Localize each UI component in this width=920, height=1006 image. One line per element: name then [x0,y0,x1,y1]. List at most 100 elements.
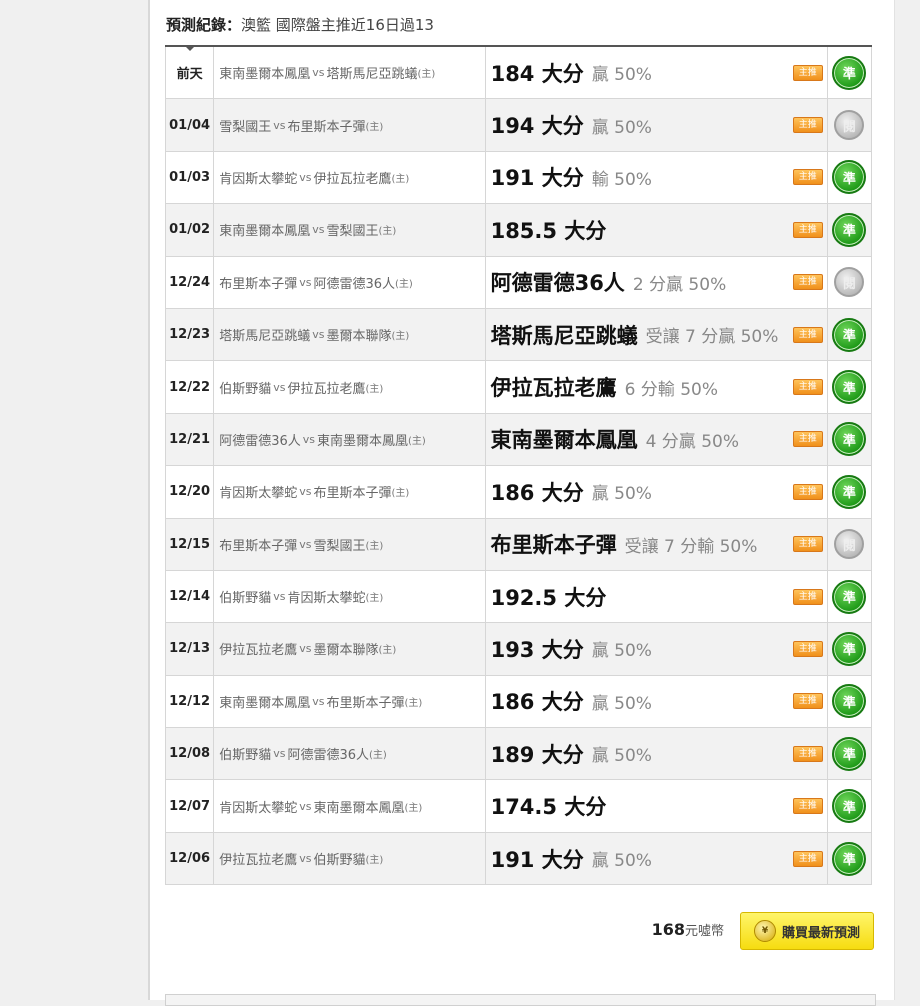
table-row[interactable]: 12/24 布里斯本子彈 vs 阿德雷德36人 (主) 阿德雷德36人 2 分贏 50% 主推… [165,256,872,309]
row-date: 12/23 [166,308,215,361]
accurate-badge-icon: 準 [832,160,867,195]
main-pick-tag-icon: 主推 [792,745,823,762]
row-result: 準 [828,728,871,779]
pick-detail: 受讓 7 分贏 50% [645,327,779,348]
accurate-badge-icon: 準 [832,789,867,824]
table-row[interactable]: 前天 東南墨爾本鳳凰 vs 塔斯馬尼亞跳蟻 (主) 184 大分贏 50% 主推準 [165,47,872,100]
home-team: 伊拉瓦拉老鷹 [313,171,392,187]
table-row[interactable]: 01/04 雪梨國王 vs 布里斯本子彈 (主) 194 大分贏 50% 主推閱 [165,99,872,152]
vs-label: vs [299,852,312,866]
row-date: 01/02 [166,204,215,256]
table-row[interactable]: 12/12 東南墨爾本鳳凰 vs 布里斯本子彈 (主) 186 大分贏 50% 主推準 [165,675,872,729]
pending-badge-icon: 閱 [834,267,865,298]
main-pick-tag-icon: 主推 [792,326,823,343]
main-pick-tag-icon: 主推 [792,64,823,81]
pending-badge-icon: 閱 [834,110,865,141]
table-row[interactable]: 12/13 伊拉瓦拉老鷹 vs 墨爾本聯隊 (主) 193 大分贏 50% 主推準 [165,623,872,676]
home-team: 雪梨國王 [313,538,366,554]
table-row[interactable]: 12/14 伯斯野貓 vs 肯因斯太攀蛇 (主) 192.5 大分 主推準 [165,570,872,624]
row-result: 準 [828,833,871,884]
pick-detail: 贏 50% [591,117,652,138]
home-marker: (主) [365,121,384,133]
main-pick-tag-icon: 主推 [792,431,823,448]
buy-latest-prediction-button[interactable]: ¥ 購買最新預測 [740,912,874,950]
vs-label: vs [273,590,286,604]
row-matchup[interactable]: 伊拉瓦拉老鷹 vs 伯斯野貓 (主) [214,832,486,885]
row-matchup[interactable]: 雪梨國王 vs 布里斯本子彈 (主) [214,99,486,151]
row-pick: 布里斯本子彈 受讓 7 分輸 50% 主推 [486,518,828,570]
table-row[interactable]: 12/21 阿德雷德36人 vs 東南墨爾本鳳凰 (主) 東南墨爾本鳳凰 4 分贏 50% 主… [165,413,872,467]
pick-value: 186 大分 [490,480,584,505]
main-pick-tag-icon: 主推 [792,640,823,657]
row-matchup[interactable]: 伯斯野貓 vs 伊拉瓦拉老鷹 (主) [214,361,486,413]
coin-icon: ¥ [753,920,776,942]
home-team: 布里斯本子彈 [287,119,366,135]
vs-label: vs [312,694,325,708]
purchase-footer: 168元噓幣 ¥ 購買最新預測 [165,912,874,952]
row-matchup[interactable]: 伯斯野貓 vs 肯因斯太攀蛇 (主) [214,570,486,623]
row-date: 12/21 [166,413,215,466]
row-matchup[interactable]: 伯斯野貓 vs 阿德雷德36人 (主) [214,728,486,780]
row-result: 準 [828,414,871,465]
row-pick: 194 大分贏 50% 主推 [486,99,828,151]
main-pick-tag-icon: 主推 [792,379,823,396]
pick-value: 193 大分 [490,637,584,662]
pick-detail: 贏 50% [591,851,652,872]
pick-value: 伊拉瓦拉老鷹 [490,376,617,401]
vs-label: vs [299,642,312,656]
row-pick: 東南墨爾本鳳凰 4 分贏 50% 主推 [486,413,828,466]
vs-label: vs [299,537,312,551]
table-body: 前天 東南墨爾本鳳凰 vs 塔斯馬尼亞跳蟻 (主) 184 大分贏 50% 主推準 01/04… [165,47,872,886]
row-matchup[interactable]: 伊拉瓦拉老鷹 vs 墨爾本聯隊 (主) [214,623,486,675]
accurate-badge-icon: 準 [832,370,867,405]
row-pick: 189 大分贏 50% 主推 [486,728,828,780]
prediction-table: 前天 東南墨爾本鳳凰 vs 塔斯馬尼亞跳蟻 (主) 184 大分贏 50% 主推準 01/04… [165,45,872,886]
away-team: 布里斯本子彈 [219,538,298,554]
table-row[interactable]: 12/08 伯斯野貓 vs 阿德雷德36人 (主) 189 大分贏 50% 主推準 [165,728,872,781]
home-marker: (主) [391,488,410,500]
row-matchup[interactable]: 塔斯馬尼亞跳蟻 vs 墨爾本聯隊 (主) [214,308,486,361]
row-date: 01/03 [166,151,215,204]
home-marker: (主) [369,750,387,762]
row-matchup[interactable]: 布里斯本子彈 vs 阿德雷德36人 (主) [214,256,486,308]
table-notch [185,46,195,51]
table-row[interactable]: 12/07 肯因斯太攀蛇 vs 東南墨爾本鳳凰 (主) 174.5 大分 主推準 [165,780,872,833]
row-matchup[interactable]: 肯因斯太攀蛇 vs 東南墨爾本鳳凰 (主) [214,780,486,832]
table-row[interactable]: 12/20 肯因斯太攀蛇 vs 布里斯本子彈 (主) 186 大分贏 50% 主推準 [165,466,872,519]
pick-detail: 輸 50% [591,169,652,190]
table-row[interactable]: 12/15 布里斯本子彈 vs 雪梨國王 (主) 布里斯本子彈 受讓 7 分輸 50% 主推閱 [165,518,872,571]
table-row[interactable]: 01/03 肯因斯太攀蛇 vs 伊拉瓦拉老鷹 (主) 191 大分輸 50% 主推準 [165,151,872,205]
main-pick-tag-icon: 主推 [792,221,823,238]
row-pick: 193 大分贏 50% 主推 [486,623,828,675]
row-result: 閱 [828,99,871,150]
row-matchup[interactable]: 布里斯本子彈 vs 雪梨國王 (主) [214,518,486,570]
next-section-box [165,994,876,1006]
row-matchup[interactable]: 東南墨爾本鳳凰 vs 雪梨國王 (主) [214,204,486,256]
header-summary: 澳籃 國際盤主推近16日過13 [241,16,434,34]
table-row[interactable]: 12/06 伊拉瓦拉老鷹 vs 伯斯野貓 (主) 191 大分贏 50% 主推準 [165,832,872,886]
table-row[interactable]: 12/23 塔斯馬尼亞跳蟻 vs 墨爾本聯隊 (主) 塔斯馬尼亞跳蟻 受讓 7 分贏 50%… [165,308,872,362]
accurate-badge-icon: 準 [832,317,867,352]
row-result: 準 [828,204,871,255]
home-marker: (主) [417,69,436,81]
row-result: 閱 [828,519,871,570]
main-pick-tag-icon: 主推 [792,588,823,605]
row-pick: 191 大分輸 50% 主推 [486,151,828,204]
table-row[interactable]: 12/22 伯斯野貓 vs 伊拉瓦拉老鷹 (主) 伊拉瓦拉老鷹 6 分輸 50% 主推準 [165,361,872,414]
buy-button-label: 購買最新預測 [781,925,860,941]
home-team: 東南墨爾本鳳凰 [316,433,408,449]
home-marker: (主) [408,435,426,447]
pick-detail: 贏 50% [591,641,652,662]
row-matchup[interactable]: 東南墨爾本鳳凰 vs 塔斯馬尼亞跳蟻 (主) [214,47,486,99]
row-matchup[interactable]: 肯因斯太攀蛇 vs 伊拉瓦拉老鷹 (主) [214,151,486,204]
row-matchup[interactable]: 東南墨爾本鳳凰 vs 布里斯本子彈 (主) [214,675,486,728]
pick-value: 194 大分 [490,114,584,139]
row-date: 12/07 [166,780,215,832]
table-row[interactable]: 01/02 東南墨爾本鳳凰 vs 雪梨國王 (主) 185.5 大分 主推準 [165,204,872,257]
row-matchup[interactable]: 肯因斯太攀蛇 vs 布里斯本子彈 (主) [214,466,486,518]
home-team: 墨爾本聯隊 [313,643,379,659]
home-team: 布里斯本子彈 [326,695,405,711]
row-matchup[interactable]: 阿德雷德36人 vs 東南墨爾本鳳凰 (主) [214,413,486,466]
home-marker: (主) [365,540,384,552]
row-pick: 174.5 大分 主推 [486,780,828,832]
